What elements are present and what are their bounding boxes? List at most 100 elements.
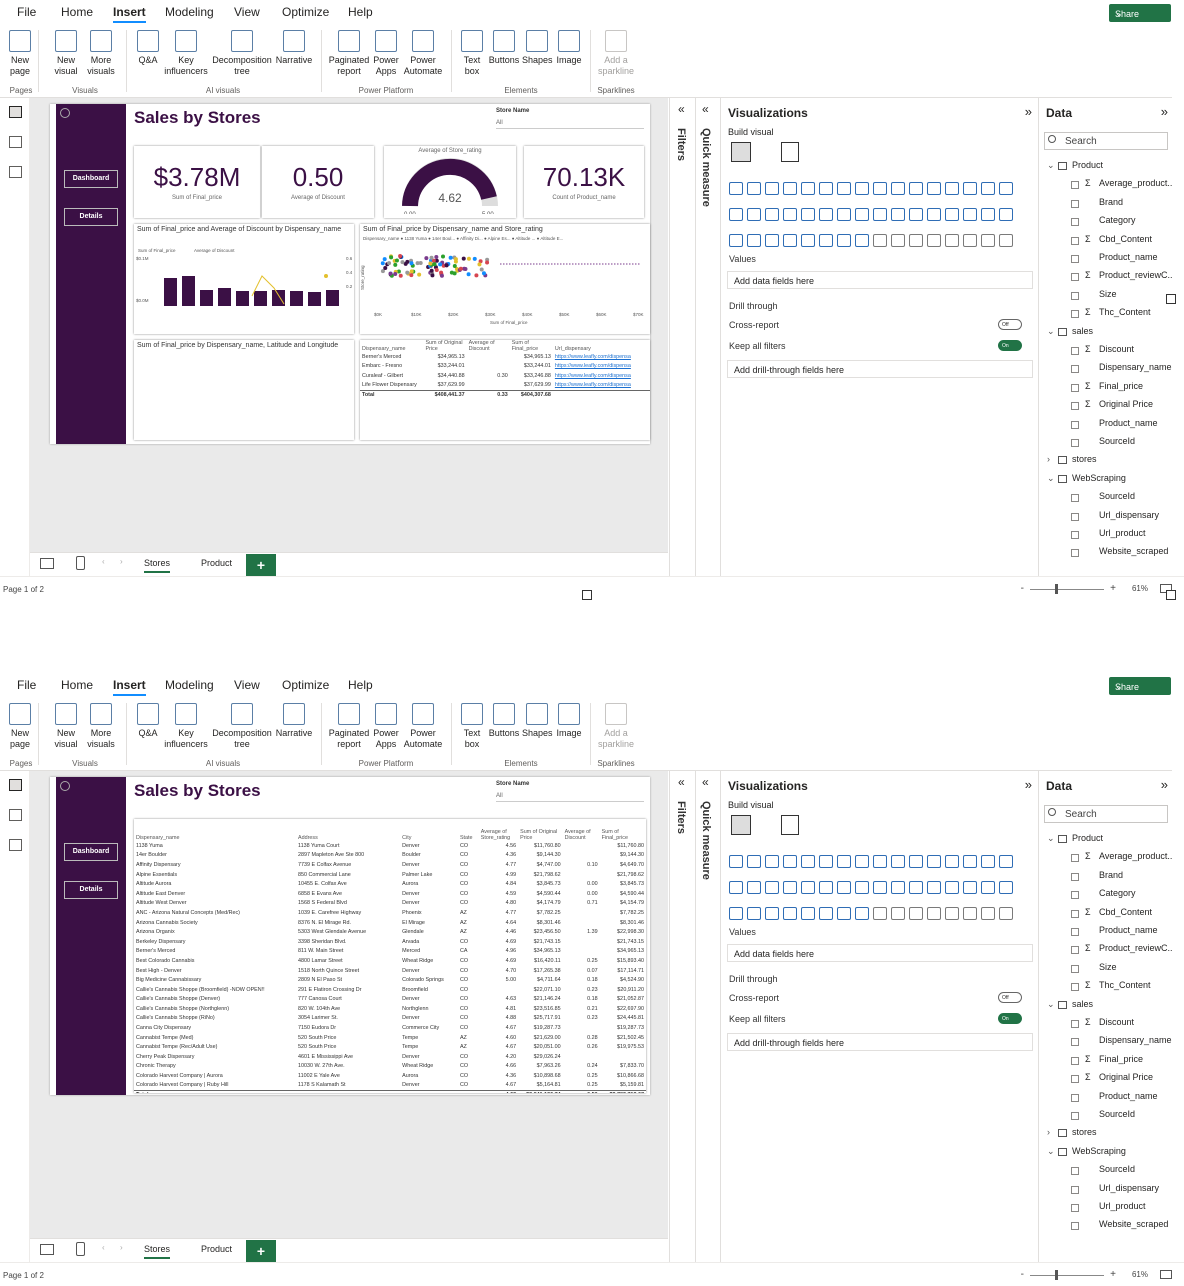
report-view-icon[interactable] [9, 106, 22, 118]
table-webscraping[interactable]: ⌄ WebScraping [1039, 1146, 1173, 1162]
details-table[interactable]: Dispensary_name Address City State Average o… [134, 819, 646, 1093]
store-name-slicer[interactable]: Store Name All [496, 108, 644, 129]
format-visual-icon[interactable] [781, 815, 799, 835]
field-checkbox[interactable] [1071, 439, 1079, 447]
narrative-button[interactable]: Narrative [274, 703, 314, 739]
visual-type-icon[interactable] [909, 208, 923, 221]
menu-home[interactable]: Home [61, 5, 93, 19]
field-item[interactable]: Σ Average_product... [1039, 851, 1173, 867]
visual-type-icon[interactable] [801, 208, 815, 221]
visual-type-icon[interactable] [801, 855, 815, 868]
visual-type-icon[interactable] [927, 855, 941, 868]
visual-type-icon[interactable] [837, 881, 851, 894]
field-item[interactable]: Σ Discount [1039, 344, 1173, 360]
build-visual-icon[interactable] [731, 815, 751, 835]
visual-type-icon[interactable] [855, 855, 869, 868]
dashboard-nav-button[interactable]: Dashboard [64, 170, 118, 188]
field-checkbox[interactable] [1071, 365, 1079, 374]
field-item[interactable]: Brand [1039, 197, 1173, 213]
table-row[interactable]: Callie's Cannabis Shoppe (Northglenn) 820… [134, 1004, 646, 1014]
field-checkbox[interactable] [1071, 310, 1079, 319]
table-row[interactable]: Best High - Denver 1518 North Quince Stre… [134, 966, 646, 976]
visual-type-icon[interactable] [819, 907, 833, 920]
column-header[interactable]: Sum of Final_price [600, 819, 646, 841]
visual-type-icon[interactable] [981, 855, 995, 868]
visual-type-icon[interactable] [729, 234, 743, 247]
table-row[interactable]: Berner's Merced 811 W. Main Street Merced C… [134, 947, 646, 957]
visual-type-icon[interactable] [819, 855, 833, 868]
visual-type-icon[interactable] [945, 907, 959, 920]
table-row[interactable]: Life Flower Dispensary $37,629.99 $37,629.… [360, 381, 650, 391]
field-item[interactable]: Σ Thc_Content [1039, 980, 1173, 996]
field-checkbox[interactable] [1071, 1020, 1079, 1028]
expand-viz-icon[interactable]: » [1025, 104, 1032, 119]
visual-type-icon[interactable] [855, 208, 869, 221]
table-row[interactable]: Cannabist Tempe (Med) 520 South Price Temp… [134, 1033, 646, 1043]
desktop-layout-icon[interactable] [40, 1244, 54, 1255]
visual-type-icon[interactable] [855, 881, 869, 894]
visual-type-icon[interactable] [891, 182, 905, 195]
search-input[interactable]: Search [1044, 132, 1168, 150]
visual-type-icon[interactable] [981, 907, 995, 920]
table-row[interactable]: ANC - Arizona Natural Concepts (Med/Rec)… [134, 908, 646, 918]
field-checkbox[interactable] [1071, 1093, 1079, 1102]
visual-type-icon[interactable] [981, 881, 995, 894]
visual-type-icon[interactable] [801, 881, 815, 894]
shapes-button[interactable]: Shapes [522, 703, 553, 739]
visual-type-icon[interactable] [855, 234, 869, 247]
field-item[interactable]: Σ Thc_Content [1039, 307, 1173, 323]
field-item[interactable]: Σ Discount [1039, 1017, 1173, 1033]
store-table[interactable]: Dispensary_name Sum of Original Price Aver… [360, 340, 650, 440]
visual-type-icon[interactable] [963, 881, 977, 894]
field-checkbox[interactable] [1071, 347, 1079, 355]
table-stores[interactable]: › stores [1039, 454, 1173, 470]
visual-type-icon[interactable] [729, 881, 743, 894]
back-icon[interactable] [60, 108, 70, 118]
collapse-quick-icon[interactable]: « [702, 775, 709, 789]
visual-type-icon[interactable] [783, 855, 797, 868]
visual-type-icon[interactable] [837, 234, 851, 247]
zoom-slider-thumb[interactable] [1055, 584, 1058, 594]
field-item[interactable]: SourceId [1039, 491, 1173, 507]
field-checkbox[interactable] [1071, 946, 1079, 955]
visual-type-icon[interactable] [945, 855, 959, 868]
table-row[interactable]: Altitude Aurora 10455 E. Colfax Ave Aurora… [134, 879, 646, 889]
table-row[interactable]: Chronic Therapy 10030 W. 27th Ave. Wheat R… [134, 1062, 646, 1072]
expand-viz-icon[interactable]: » [1025, 777, 1032, 792]
back-icon[interactable] [60, 781, 70, 791]
menu-insert[interactable]: Insert [113, 678, 146, 696]
table-row[interactable]: Cannabist Tempe (Rec/Adult Use) 520 South… [134, 1042, 646, 1052]
visual-type-icon[interactable] [729, 208, 743, 221]
field-item[interactable]: Σ Cbd_Content [1039, 907, 1173, 923]
zoom-slider-thumb[interactable] [1055, 1270, 1058, 1280]
visual-type-icon[interactable] [963, 234, 977, 247]
visual-type-icon[interactable] [765, 182, 779, 195]
prev-page-icon[interactable]: ‹ [102, 1243, 105, 1252]
store-name-slicer[interactable]: Store Name All [496, 781, 644, 802]
column-header[interactable]: Dispensary_name [360, 340, 423, 352]
field-item[interactable]: Σ Original Price [1039, 1072, 1173, 1088]
visual-type-icon[interactable] [765, 907, 779, 920]
visual-type-icon[interactable] [729, 855, 743, 868]
field-checkbox[interactable] [1071, 1222, 1079, 1231]
menu-view[interactable]: View [234, 5, 260, 19]
visual-type-icon[interactable] [801, 907, 815, 920]
decomposition-tree-button[interactable]: Decomposition tree [210, 703, 274, 750]
field-item[interactable]: Size [1039, 962, 1173, 978]
field-item[interactable]: Σ Cbd_Content [1039, 234, 1173, 250]
visual-type-icon[interactable] [801, 182, 815, 195]
mobile-layout-icon[interactable] [76, 556, 85, 570]
zoom-out-icon[interactable]: - [1021, 583, 1024, 594]
expand-data-icon[interactable]: » [1161, 777, 1168, 792]
field-item[interactable]: SourceId [1039, 1164, 1173, 1180]
buttons-button[interactable]: Buttons [487, 703, 521, 739]
values-well[interactable]: Add data fields here [727, 271, 1033, 289]
visual-type-icon[interactable] [783, 182, 797, 195]
expand-data-icon[interactable]: » [1161, 104, 1168, 119]
add-page-button[interactable]: + [246, 554, 276, 576]
table-view-icon[interactable] [9, 136, 22, 148]
visual-type-icon[interactable] [927, 182, 941, 195]
visual-type-icon[interactable] [999, 234, 1013, 247]
menu-file[interactable]: File [17, 5, 36, 19]
visual-type-icon[interactable] [891, 855, 905, 868]
